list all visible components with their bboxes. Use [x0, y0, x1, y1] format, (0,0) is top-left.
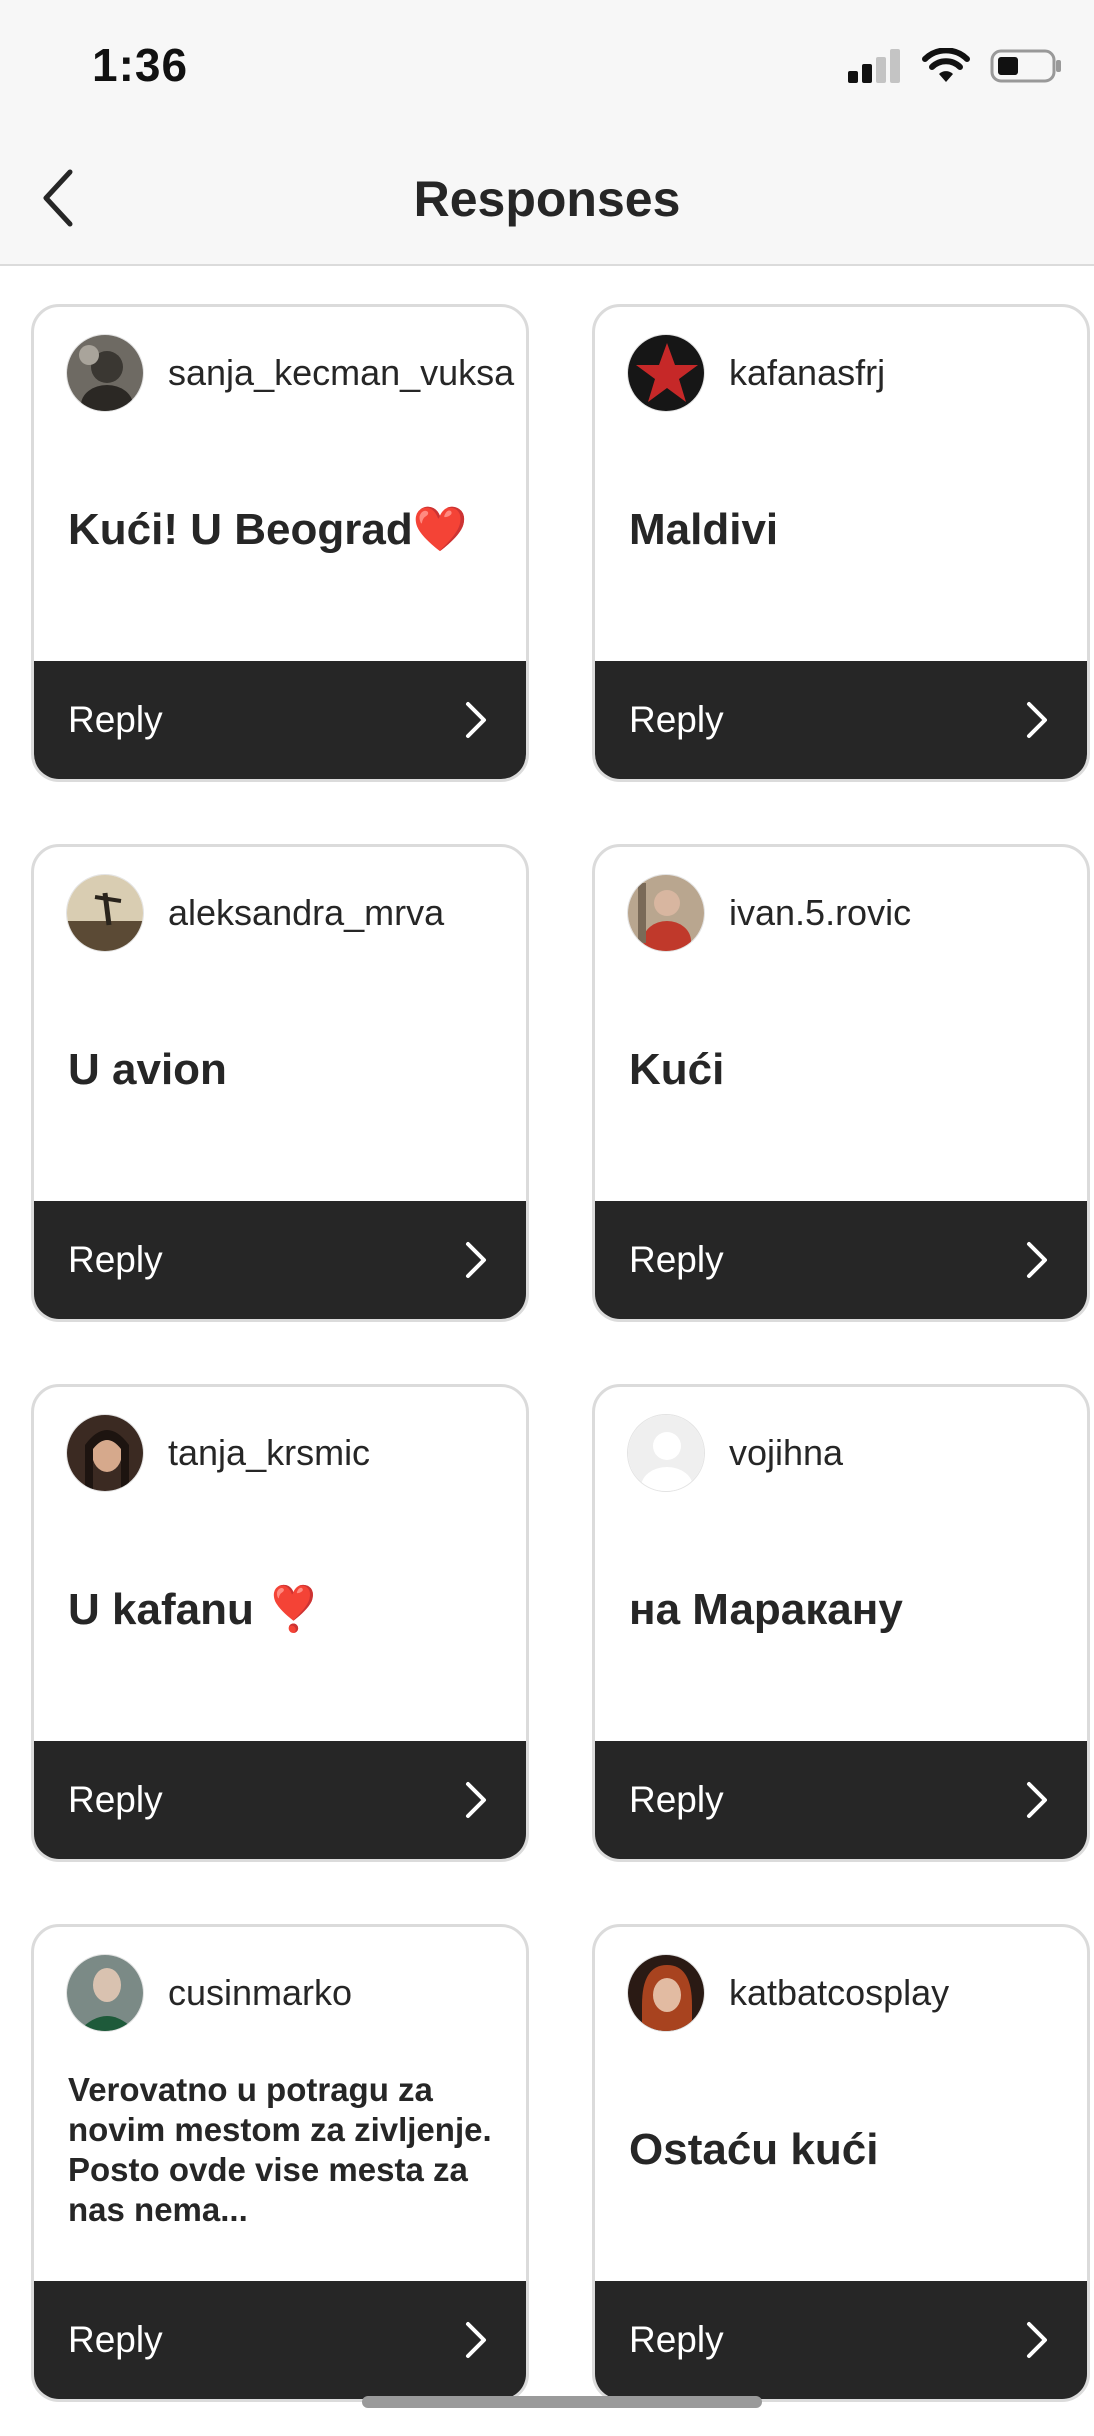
response-card: vojihna на Маракану Reply [592, 1384, 1090, 1862]
response-text: U avion [68, 1044, 227, 1094]
reply-label: Reply [629, 1779, 724, 1820]
home-indicator[interactable] [362, 2396, 762, 2408]
avatar[interactable] [66, 334, 144, 412]
avatar[interactable] [627, 874, 705, 952]
chevron-right-icon [466, 2322, 486, 2358]
reply-button[interactable]: Reply [34, 1741, 526, 1859]
response-card: cusinmarko Verovatno u potragu za novim … [31, 1924, 529, 2402]
chevron-right-icon [466, 1782, 486, 1818]
reply-button[interactable]: Reply [595, 2281, 1087, 2399]
username[interactable]: sanja_kecman_vuksa [168, 352, 514, 394]
response-card: tanja_krsmic U kafanu ❣️ Reply [31, 1384, 529, 1862]
avatar[interactable] [627, 1414, 705, 1492]
reply-label: Reply [68, 699, 163, 740]
cellular-signal-icon [848, 49, 900, 83]
status-icons [848, 48, 1062, 84]
username[interactable]: tanja_krsmic [168, 1432, 370, 1474]
reply-button[interactable]: Reply [595, 661, 1087, 779]
response-text: на Маракану [629, 1584, 903, 1634]
username[interactable]: aleksandra_mrva [168, 892, 444, 934]
page-title: Responses [413, 171, 681, 227]
username[interactable]: katbatcosplay [729, 1972, 949, 2014]
avatar[interactable] [627, 334, 705, 412]
wifi-icon [922, 48, 970, 82]
chevron-right-icon [466, 702, 486, 738]
reply-label: Reply [68, 1239, 163, 1280]
response-text: Verovatno u potragu za novim mestom za z… [68, 2070, 492, 2229]
reply-label: Reply [629, 2319, 724, 2360]
avatar[interactable] [66, 1414, 144, 1492]
reply-label: Reply [629, 699, 724, 740]
navigation-bar: Responses [0, 130, 1094, 266]
response-text: Kući [629, 1044, 725, 1094]
avatar[interactable] [66, 874, 144, 952]
reply-button[interactable]: Reply [595, 1741, 1087, 1859]
reply-button[interactable]: Reply [595, 1201, 1087, 1319]
response-card: ivan.5.rovic Kući Reply [592, 844, 1090, 1322]
response-text: Maldivi [629, 504, 779, 554]
response-text: Ostaću kući [629, 2124, 879, 2174]
response-card: aleksandra_mrva U avion Reply [31, 844, 529, 1322]
status-bar: 1:36 [0, 0, 1094, 130]
username[interactable]: vojihna [729, 1432, 843, 1474]
response-card: sanja_kecman_vuksa Kući! U Beograd❤️ Rep… [31, 304, 529, 782]
reply-label: Reply [68, 2319, 163, 2360]
chevron-right-icon [1027, 1782, 1047, 1818]
status-time: 1:36 [92, 39, 189, 91]
username[interactable]: kafanasfrj [729, 352, 885, 394]
username[interactable]: ivan.5.rovic [729, 892, 911, 934]
reply-label: Reply [68, 1779, 163, 1820]
username[interactable]: cusinmarko [168, 1972, 352, 2014]
avatar[interactable] [627, 1954, 705, 2032]
response-text: U kafanu ❣️ [68, 1584, 321, 1634]
avatar[interactable] [66, 1954, 144, 2032]
chevron-right-icon [1027, 2322, 1047, 2358]
response-card: kafanasfrj Maldivi Reply [592, 304, 1090, 782]
chevron-right-icon [1027, 702, 1047, 738]
reply-button[interactable]: Reply [34, 2281, 526, 2399]
response-card: katbatcosplay Ostaću kući Reply [592, 1924, 1090, 2402]
response-text: Kući! U Beograd❤️ [68, 504, 468, 554]
default-avatar-icon [628, 1415, 704, 1491]
chevron-right-icon [466, 1242, 486, 1278]
chevron-right-icon [1027, 1242, 1047, 1278]
battery-icon [990, 49, 1061, 83]
reply-button[interactable]: Reply [34, 661, 526, 779]
reply-button[interactable]: Reply [34, 1201, 526, 1319]
reply-label: Reply [629, 1239, 724, 1280]
